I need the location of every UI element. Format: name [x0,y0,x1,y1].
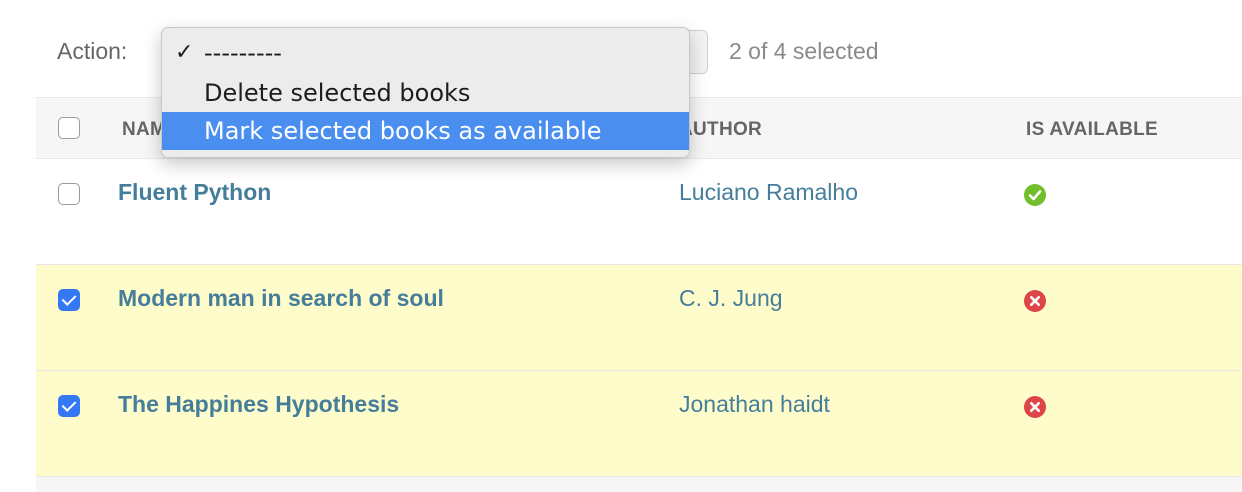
table-footer [36,477,1242,492]
option-label: Mark selected books as available [204,117,602,145]
table-row: Modern man in search of soul C. J. Jung [36,265,1242,371]
selection-counter: 2 of 4 selected [729,38,879,64]
book-name-link[interactable]: Modern man in search of soul [118,285,444,312]
row-checkbox[interactable] [58,395,80,417]
select-all-checkbox[interactable] [58,117,80,139]
action-option-delete[interactable]: Delete selected books [162,74,689,112]
book-name-link[interactable]: The Happines Hypothesis [118,391,399,418]
table-row: Fluent Python Luciano Ramalho [36,159,1242,265]
book-author-link[interactable]: C. J. Jung [679,285,783,312]
action-option-blank[interactable]: ✓ --------- [162,34,689,72]
action-label: Action: [57,38,128,64]
action-option-mark-available[interactable]: Mark selected books as available [162,112,689,150]
book-name-link[interactable]: Fluent Python [118,179,271,206]
x-circle-icon [1024,290,1046,312]
column-header-author[interactable]: AUTHOR [679,119,762,141]
x-circle-icon [1024,396,1046,418]
action-dropdown-menu: ✓ --------- Delete selected books Mark s… [161,27,690,158]
changelist-page: Action: 2 of 4 selected NAME AUTHOR IS A… [0,0,1242,492]
option-label: --------- [204,39,282,67]
book-author-link[interactable]: Jonathan haidt [679,391,830,418]
option-label: Delete selected books [204,79,471,107]
row-checkbox[interactable] [58,289,80,311]
checkmark-icon: ✓ [175,40,194,65]
check-circle-icon [1024,184,1046,206]
table-row: The Happines Hypothesis Jonathan haidt [36,371,1242,477]
column-header-is-available[interactable]: IS AVAILABLE [1026,119,1158,141]
book-author-link[interactable]: Luciano Ramalho [679,179,858,206]
row-checkbox[interactable] [58,183,80,205]
